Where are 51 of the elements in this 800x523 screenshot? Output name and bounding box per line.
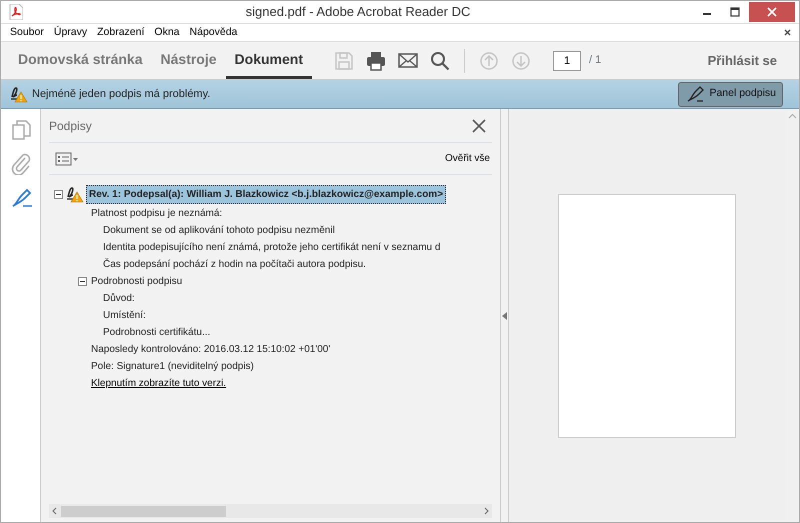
mail-icon (398, 50, 418, 70)
pdf-file-icon (9, 4, 23, 20)
tree-item: Umístění: (102, 309, 147, 323)
tree-item: Důvod: (102, 292, 136, 306)
page-total: / 1 (589, 53, 602, 68)
close-icon (767, 7, 777, 17)
menu-item[interactable]: Úpravy (48, 24, 92, 40)
tree-item: Identita podepisujícího není známá, protože jeho certifikát není v seznamu d (102, 241, 442, 255)
menu-item[interactable]: Okna (149, 24, 185, 40)
notification-message: Nejméně jeden podpis má problémy. (32, 86, 210, 102)
close-icon (472, 118, 486, 132)
tree-item: Platnost podpisu je neznámá: (90, 207, 224, 221)
tree-item: Naposledy kontrolováno: 2016.03.12 15:10:02 +01'00' (90, 343, 332, 357)
scroll-up-icon (788, 113, 796, 119)
window-title: signed.pdf - Adobe Acrobat Reader DC (244, 3, 472, 22)
pen-icon (685, 85, 706, 103)
signature-warning-icon (65, 185, 84, 203)
signature-panel-button[interactable]: Panel podpisu (678, 82, 783, 106)
close-button[interactable] (749, 2, 795, 22)
maximize-icon (730, 7, 740, 17)
collapse-icon[interactable] (54, 190, 63, 198)
verify-all-button[interactable]: Ověřit vše (442, 151, 492, 166)
list-options-icon (55, 152, 79, 166)
horizontal-scrollbar[interactable] (49, 504, 492, 518)
sign-in-button[interactable]: Přihlásit se (702, 50, 783, 72)
signature-warning-icon (9, 85, 28, 103)
save-icon (334, 50, 354, 70)
tree-item: Dokument se od aplikování tohoto podpisu nezměnil (102, 224, 336, 238)
menu-item[interactable]: Zobrazení (92, 24, 150, 40)
paperclip-icon (10, 153, 32, 175)
collapse-icon[interactable] (78, 277, 87, 286)
signature-entry[interactable]: Rev. 1: Podepsal(a): William J. Blazkowicz <b.j.blazkowicz@example.com> (86, 184, 446, 204)
toolbar-tab[interactable]: Nástroje (152, 40, 226, 79)
panel-title: Podpisy (49, 118, 92, 134)
tree-item: Pole: Signature1 (neviditelný podpis) (90, 360, 255, 374)
tree-item: Podrobnosti certifikátu... (102, 326, 212, 340)
vertical-scrollbar[interactable] (785, 109, 799, 522)
menu-item[interactable]: Soubor (5, 24, 49, 40)
page-number-field[interactable]: 1 (553, 50, 581, 70)
close-icon (784, 29, 790, 36)
printer-icon (366, 50, 386, 70)
scrollbar-thumb[interactable] (61, 506, 226, 516)
search-icon (430, 50, 450, 70)
toolbar-tab[interactable]: Domovská stránka (9, 40, 152, 79)
pages-icon (10, 119, 32, 141)
tree-item: Čas podepsání pochází z hodin na počítači autora podpisu. (102, 257, 367, 272)
tree-item: Podrobnosti podpisu (90, 275, 184, 289)
view-version-link[interactable]: Klepnutím zobrazíte tuto verzi. (89, 376, 228, 391)
menu-item[interactable]: Nápověda (184, 24, 242, 40)
pen-icon (10, 187, 32, 209)
collapse-arrow-icon (502, 312, 507, 320)
